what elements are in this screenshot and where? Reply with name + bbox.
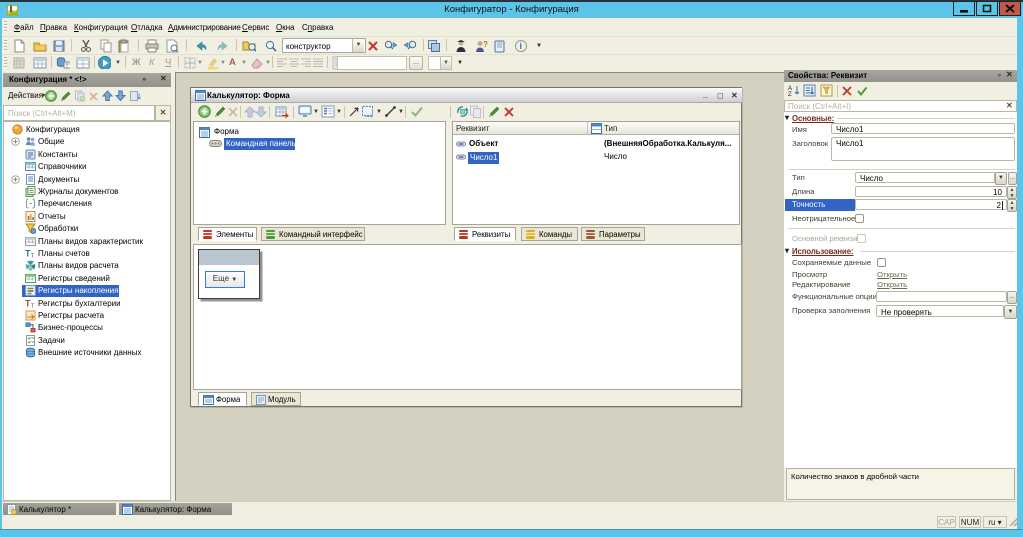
svg-text:т: т xyxy=(31,253,35,260)
svg-text:Z: Z xyxy=(788,92,792,98)
svg-text:i: i xyxy=(520,41,523,51)
svg-text:т: т xyxy=(31,302,35,309)
svg-text:?: ? xyxy=(483,40,488,49)
